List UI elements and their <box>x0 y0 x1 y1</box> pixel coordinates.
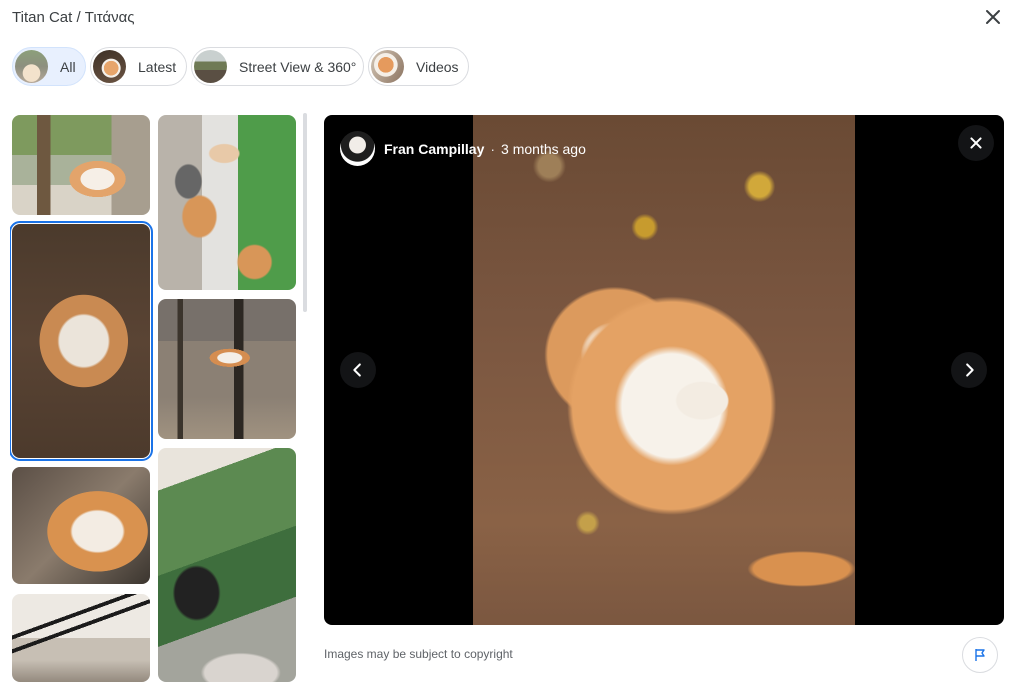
previous-photo-button[interactable] <box>340 352 376 388</box>
close-icon <box>970 137 982 149</box>
chip-thumbnail <box>15 50 48 83</box>
chip-label: Latest <box>138 58 177 75</box>
filter-chip-all[interactable]: All <box>12 47 86 86</box>
chevron-left-icon <box>353 363 361 377</box>
photo-thumbnail[interactable] <box>12 467 150 584</box>
close-icon[interactable] <box>981 5 1005 29</box>
separator: · <box>490 140 496 157</box>
filter-chip-street-view[interactable]: Street View & 360° <box>191 47 364 86</box>
photo-age: 3 months ago <box>501 140 586 157</box>
photo-thumbnail[interactable] <box>12 115 150 215</box>
photo-thumbnail[interactable] <box>12 594 150 682</box>
main-photo <box>473 115 855 625</box>
viewer-close-button[interactable] <box>958 125 994 161</box>
chip-thumbnail <box>93 50 126 83</box>
photo-viewer: Fran Campillay · 3 months ago <box>324 115 1004 625</box>
author-name[interactable]: Fran Campillay <box>384 141 484 157</box>
photo-grid <box>10 113 300 682</box>
photo-thumbnail[interactable] <box>158 448 296 682</box>
chip-thumbnail <box>371 50 404 83</box>
grid-scrollbar[interactable] <box>303 113 307 312</box>
chip-label: All <box>60 58 76 75</box>
chip-label: Street View & 360° <box>239 58 357 75</box>
report-button[interactable] <box>962 637 998 673</box>
photo-attribution: Fran Campillay · 3 months ago <box>340 131 586 166</box>
filter-chip-videos[interactable]: Videos <box>368 47 469 86</box>
next-photo-button[interactable] <box>951 352 987 388</box>
copyright-notice: Images may be subject to copyright <box>324 647 513 661</box>
flag-icon <box>975 649 985 661</box>
avatar[interactable] <box>340 131 375 166</box>
chip-label: Videos <box>416 58 459 75</box>
photo-thumbnail-selected[interactable] <box>10 221 153 461</box>
photo-thumbnail[interactable] <box>158 299 296 439</box>
page-title: Titan Cat / Τιτάνας <box>12 9 135 26</box>
filter-chip-latest[interactable]: Latest <box>90 47 187 86</box>
chevron-right-icon <box>966 363 974 377</box>
photo-thumbnail[interactable] <box>158 115 296 290</box>
chip-thumbnail <box>194 50 227 83</box>
